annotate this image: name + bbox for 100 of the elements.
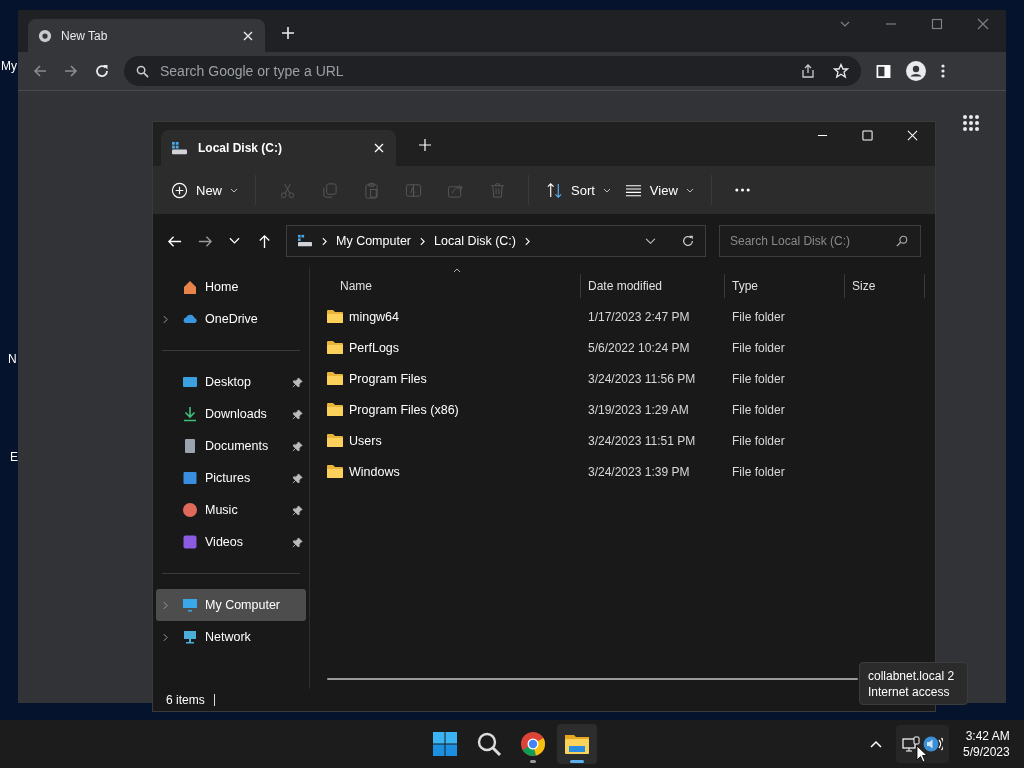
table-cell-text: 5/6/2022 10:24 PM xyxy=(587,340,691,355)
folder-icon xyxy=(327,341,343,354)
sidebar-item[interactable]: Music xyxy=(156,494,306,526)
desktop-icon-label: E xyxy=(10,450,18,464)
sort-button[interactable]: Sort xyxy=(540,173,617,207)
explorer-tab[interactable]: Local Disk (C:) xyxy=(161,130,396,166)
bookmark-star-icon[interactable] xyxy=(833,63,849,79)
search-icon xyxy=(136,64,149,78)
show-hidden-icons-icon[interactable] xyxy=(870,740,882,748)
network-icon xyxy=(902,736,920,752)
folder-icon xyxy=(327,403,343,416)
music-icon xyxy=(182,502,198,518)
forward-icon[interactable] xyxy=(63,63,79,79)
horizontal-scrollbar[interactable] xyxy=(327,678,858,680)
tooltip-text: collabnet.local 2 xyxy=(868,669,956,683)
folder-icon xyxy=(327,434,343,447)
drive-icon xyxy=(171,140,188,156)
sidebar-item[interactable]: Network xyxy=(156,621,306,653)
menu-icon[interactable] xyxy=(941,63,945,79)
search-input[interactable]: Search Local Disk (C:) xyxy=(728,233,896,249)
home-icon xyxy=(182,279,198,295)
table-cell-text: 3/24/2023 11:51 PM xyxy=(587,433,697,448)
table-cell-text: File folder xyxy=(731,402,786,417)
new-button[interactable]: New xyxy=(165,173,244,207)
share-icon[interactable] xyxy=(800,63,816,79)
mouse-pointer-icon xyxy=(916,745,928,763)
documents-icon xyxy=(182,438,198,454)
table-cell-text: 1/17/2023 2:47 PM xyxy=(587,309,691,324)
chevron-icon[interactable] xyxy=(420,236,426,246)
column-header[interactable]: Name xyxy=(310,274,581,298)
caret-icon xyxy=(602,187,611,193)
desktop-icon xyxy=(182,374,198,390)
sidebar-item[interactable]: Desktop xyxy=(156,366,306,398)
table-cell-text: 3/19/2023 1:29 AM xyxy=(587,402,690,417)
sidebar-item[interactable]: Downloads xyxy=(156,398,306,430)
videos-icon xyxy=(182,534,198,550)
chevron-icon[interactable] xyxy=(322,236,327,246)
refresh-icon[interactable] xyxy=(681,234,695,248)
folder-icon xyxy=(327,372,343,385)
breadcrumb-item[interactable]: Local Disk (C:) xyxy=(434,234,516,248)
windows-logo-icon xyxy=(432,731,458,757)
breadcrumb-item[interactable]: My Computer xyxy=(336,234,412,248)
browser-logo-icon xyxy=(520,731,546,757)
up-icon[interactable] xyxy=(257,233,272,249)
browser-logo-icon xyxy=(38,28,52,43)
column-header[interactable]: Type xyxy=(725,274,845,298)
item-count: 6 items xyxy=(166,693,205,707)
caret-icon xyxy=(685,187,694,193)
recent-locations-icon[interactable] xyxy=(229,237,240,245)
search-icon xyxy=(896,235,908,247)
table-cell-text: File folder xyxy=(731,433,786,448)
folder-icon xyxy=(327,310,343,323)
sort-indicator-icon xyxy=(453,268,461,273)
folder-name[interactable]: mingw64 xyxy=(310,309,581,324)
network-volume-tray[interactable] xyxy=(896,725,949,763)
expand-chevron-icon[interactable] xyxy=(163,632,168,642)
view-button[interactable]: View xyxy=(618,173,700,207)
search-field[interactable]: Search Local Disk (C:) xyxy=(719,225,921,257)
side-panel-icon[interactable] xyxy=(876,63,891,79)
drive-icon xyxy=(297,234,313,248)
dropdown-icon[interactable] xyxy=(645,237,656,245)
column-header[interactable]: Date modified xyxy=(581,274,725,298)
sidebar-item[interactable]: Documents xyxy=(156,430,306,462)
address-bar[interactable]: Search Google or type a URL xyxy=(124,56,861,86)
folder-name[interactable]: Users xyxy=(310,433,581,448)
address-bar[interactable]: My Computer Local Disk (C:) xyxy=(286,225,706,257)
network-icon xyxy=(182,629,198,645)
explorer-taskbar-button[interactable] xyxy=(557,724,597,764)
downloads-icon xyxy=(182,406,198,422)
table-cell-text: File folder xyxy=(731,371,786,386)
chevron-icon[interactable] xyxy=(525,236,530,246)
taskbar-clock[interactable]: 3:42 AM 5/9/2023 xyxy=(963,728,1010,760)
tooltip-text: Internet access xyxy=(868,685,951,699)
folder-name[interactable]: Program Files (x86) xyxy=(310,402,581,417)
browser-tab[interactable]: New Tab xyxy=(28,19,265,52)
desktop-icon-label: My xyxy=(1,59,17,73)
reload-icon[interactable] xyxy=(94,63,110,79)
folder-icon xyxy=(327,465,343,478)
folder-name[interactable]: Program Files xyxy=(310,371,581,386)
table-cell-text: 3/24/2023 1:39 PM xyxy=(587,464,691,479)
maximize-icon[interactable] xyxy=(931,18,943,30)
folder-name[interactable]: PerfLogs xyxy=(310,340,581,355)
sidebar-item[interactable]: My Computer xyxy=(156,589,306,621)
sidebar-item[interactable]: Videos xyxy=(156,526,306,558)
profile-icon[interactable] xyxy=(906,61,926,81)
table-cell-text: 3/24/2023 11:56 PM xyxy=(587,371,697,386)
sidebar-item[interactable]: OneDrive xyxy=(156,303,306,335)
pictures-icon xyxy=(182,470,198,486)
column-header[interactable]: Size xyxy=(845,274,925,298)
search-icon xyxy=(476,731,502,757)
expand-chevron-icon[interactable] xyxy=(163,314,168,324)
new-tab-icon[interactable] xyxy=(281,26,295,40)
sidebar-item[interactable]: Home xyxy=(156,271,306,303)
table-cell-text: File folder xyxy=(731,309,786,324)
apps-grid-icon[interactable] xyxy=(962,114,980,132)
sidebar-item[interactable]: Pictures xyxy=(156,462,306,494)
table-cell-text: File folder xyxy=(731,340,786,355)
table-cell-text: File folder xyxy=(731,464,786,479)
volume-icon xyxy=(923,735,943,753)
folder-name[interactable]: Windows xyxy=(310,464,581,479)
